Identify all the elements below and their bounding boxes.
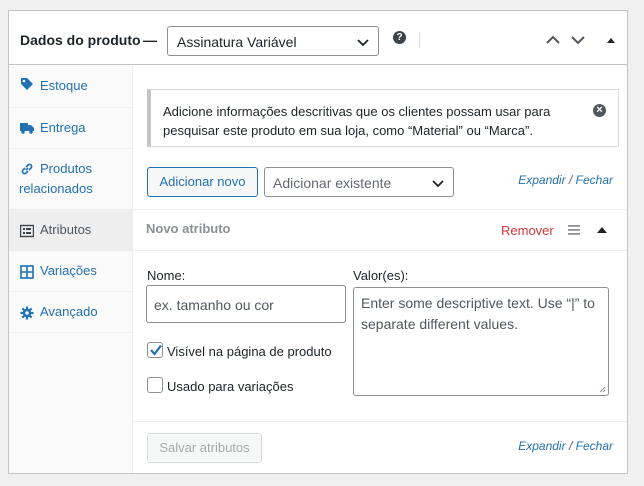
attribute-title: Novo atributo [146,221,231,236]
add-existing-attribute-select[interactable]: Adicionar existente [264,167,454,197]
tab-label: Estoque [40,78,88,93]
tab-linked-products[interactable]: Produtos relacionados [9,149,132,210]
collapse-toggle-icon[interactable] [603,32,619,48]
add-existing-placeholder: Adicionar existente [273,175,392,191]
close-icon[interactable]: × [593,104,606,117]
truck-icon [20,123,34,134]
tab-shipping[interactable]: Entrega [9,108,132,149]
grid-icon [20,265,34,279]
remove-attribute-link[interactable]: Remover [501,223,554,238]
move-down-icon[interactable] [570,32,586,48]
attribute-header[interactable]: Novo atributo Remover [133,209,627,251]
add-new-attribute-button[interactable]: Adicionar novo [147,167,258,197]
header-divider [419,32,420,48]
expand-close-links-bottom: Expandir / Fechar [518,439,613,453]
attributes-info-notice: Adicione informações descritivas que os … [147,89,619,147]
panel-title: Dados do produto [20,32,141,48]
close-all-link[interactable]: Fechar [576,439,613,453]
product-data-tabs: Estoque Entrega Produtos relacionados At… [9,66,133,473]
used-for-variations-checkbox[interactable] [147,377,163,393]
expand-close-links: Expandir / Fechar [518,173,613,187]
tab-advanced[interactable]: Avançado [9,292,132,333]
close-all-link[interactable]: Fechar [576,173,613,187]
collapse-attribute-icon[interactable] [596,225,608,235]
checkmark-icon [150,344,162,356]
name-placeholder: ex. tamanho ou cor [154,297,274,313]
used-for-variations-label[interactable]: Usado para variações [167,379,293,394]
expand-all-link[interactable]: Expandir [518,439,565,453]
tab-label: Produtos [40,161,93,176]
tab-label: Atributos [40,222,92,237]
save-attributes-button[interactable]: Salvar atributos [147,433,262,463]
values-label: Valor(es): [353,268,409,283]
notice-text: Adicione informações descritivas que os … [163,104,551,138]
attribute-name-input[interactable]: ex. tamanho ou cor [146,285,346,323]
product-data-panel: Dados do produto — Assinatura Variável ?… [8,10,628,474]
attribute-values-textarea[interactable]: Enter some descriptive text. Use “|” to … [353,287,609,396]
list-icon [20,224,34,238]
visible-on-product-label[interactable]: Visível na página de produto [167,344,332,359]
name-label: Nome: [147,268,186,283]
link-separator: / [568,173,573,187]
resize-grip-icon[interactable] [599,386,606,393]
drag-handle-icon[interactable] [567,224,581,236]
tab-label: Entrega [40,120,86,135]
panel-header: Dados do produto — Assinatura Variável ? [9,11,627,65]
tab-stock[interactable]: Estoque [9,66,132,108]
title-dash: — [143,32,157,48]
product-type-value: Assinatura Variável [177,34,297,50]
help-icon[interactable]: ? [393,31,406,44]
link-separator: / [568,439,573,453]
gear-icon [20,306,34,320]
chevron-down-icon [357,39,369,47]
move-up-icon[interactable] [545,32,561,48]
tab-attributes[interactable]: Atributos [9,210,132,251]
attribute-body: Nome: Valor(es): ex. tamanho ou cor Ente… [133,251,627,421]
link-icon [21,163,33,175]
tab-label-line2: relacionados [19,181,93,196]
visible-on-product-checkbox[interactable] [147,342,163,358]
values-placeholder: Enter some descriptive text. Use “|” to … [361,295,595,332]
expand-all-link[interactable]: Expandir [518,173,565,187]
tab-variations[interactable]: Variações [9,251,132,292]
chevron-down-icon [432,180,444,188]
tab-label: Avançado [40,304,98,319]
tag-icon [21,78,33,90]
product-type-select[interactable]: Assinatura Variável [167,26,379,56]
tab-label: Variações [40,263,97,278]
